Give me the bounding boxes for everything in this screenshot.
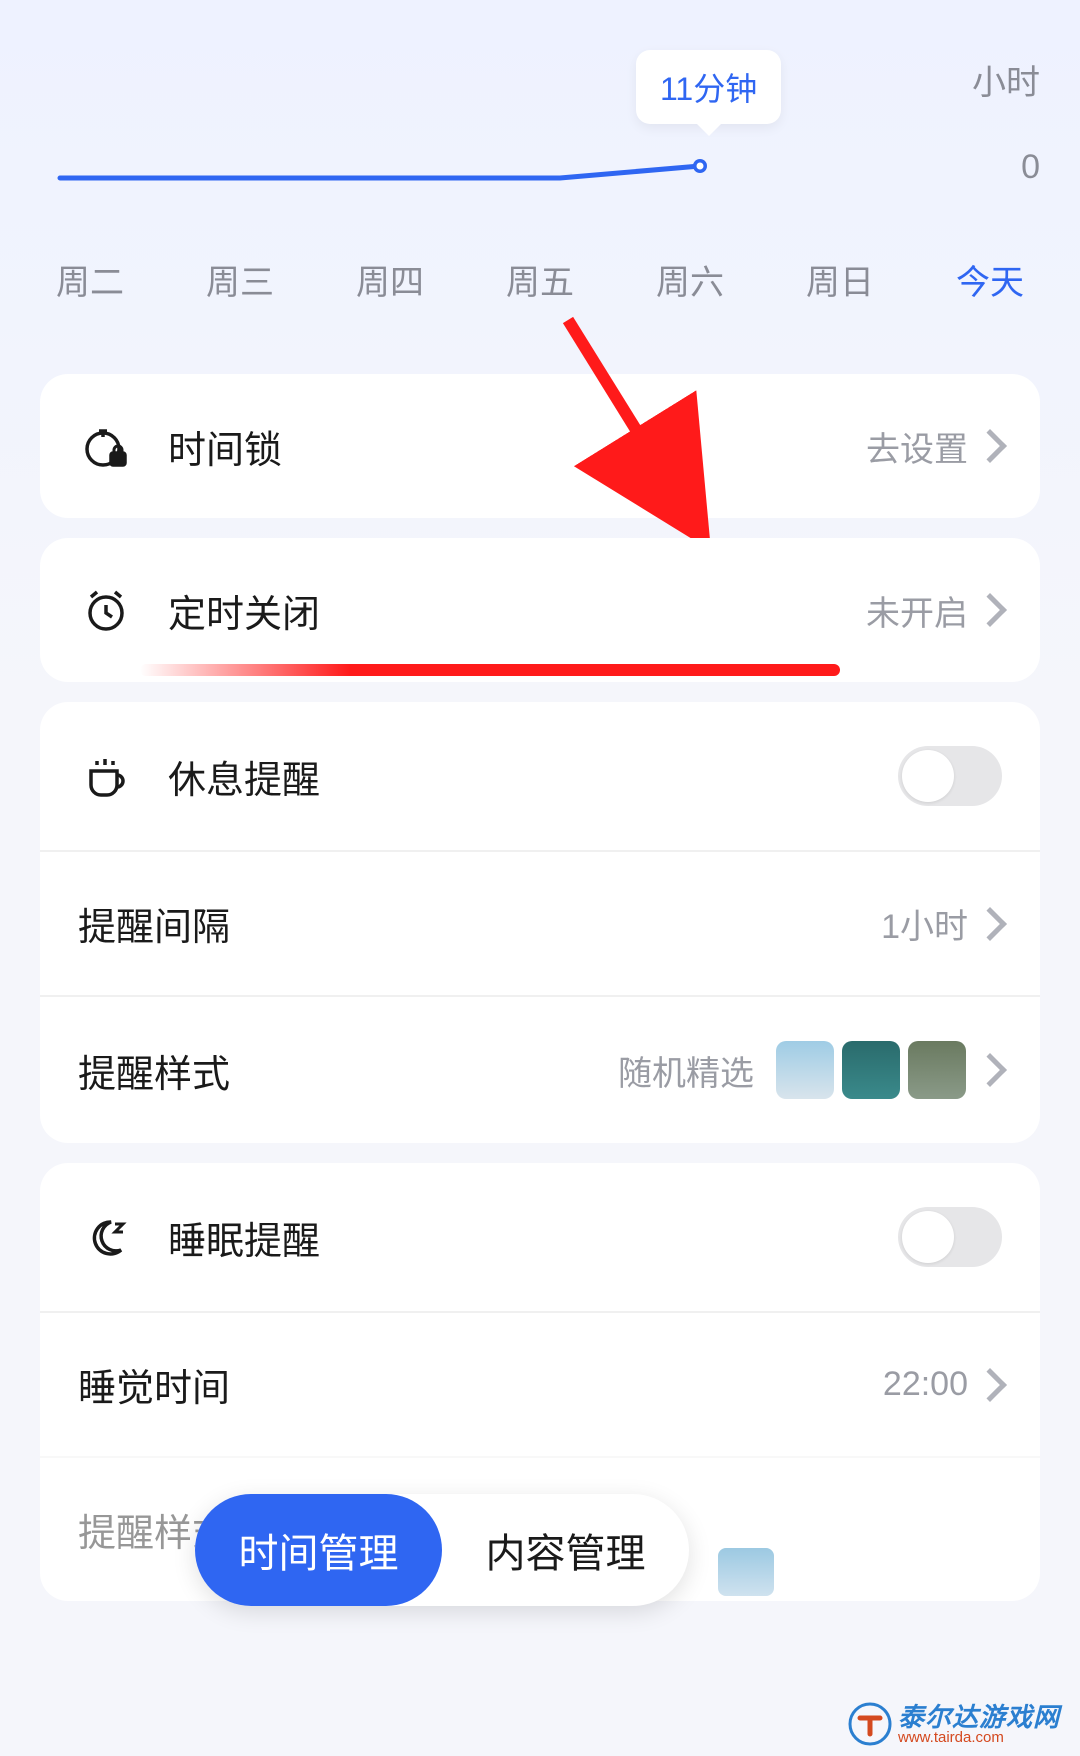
remind-interval-label: 提醒间隔 <box>78 896 881 951</box>
sleep-reminder-label: 睡眠提醒 <box>168 1210 898 1265</box>
style-thumbnails <box>776 1041 966 1099</box>
day-tab-sun[interactable]: 周日 <box>806 255 874 304</box>
remind-interval-value: 1小时 <box>881 899 968 948</box>
day-tab-today[interactable]: 今天 <box>956 255 1024 304</box>
card-rest-reminder: 休息提醒 提醒间隔 1小时 提醒样式 随机精选 <box>40 702 1040 1143</box>
day-tab-wed[interactable]: 周三 <box>206 255 274 304</box>
day-tab-sat[interactable]: 周六 <box>656 255 724 304</box>
style-thumb-3 <box>908 1041 966 1099</box>
chevron-right-icon <box>973 593 1007 627</box>
day-tabs: 周二 周三 周四 周五 周六 周日 今天 <box>0 205 1080 354</box>
stopwatch-lock-icon <box>78 418 134 474</box>
moon-zzz-icon <box>78 1209 134 1265</box>
rest-reminder-label: 休息提醒 <box>168 749 898 804</box>
chevron-right-icon <box>973 1368 1007 1402</box>
remind-style-label: 提醒样式 <box>78 1043 618 1098</box>
sleep-time-label: 睡觉时间 <box>78 1357 883 1412</box>
rest-reminder-toggle[interactable] <box>898 746 1002 806</box>
chart-y-label-hour: 小时 <box>972 55 1040 104</box>
sleep-time-value: 22:00 <box>883 1365 968 1404</box>
chevron-right-icon <box>973 429 1007 463</box>
coffee-cup-icon <box>78 748 134 804</box>
remind-style-value: 随机精选 <box>618 1046 754 1095</box>
tab-content-management[interactable]: 内容管理 <box>442 1494 689 1606</box>
chevron-right-icon <box>973 1053 1007 1087</box>
card-timed-close: 定时关闭 未开启 <box>40 538 1040 682</box>
style-thumb-peek <box>718 1548 774 1596</box>
watermark-url: www.tairda.com <box>898 1730 1060 1745</box>
watermark-title: 泰尔达游戏网 <box>898 1704 1060 1730</box>
day-tab-tue[interactable]: 周二 <box>56 255 124 304</box>
chart-y-zero: 0 <box>1021 148 1040 187</box>
time-lock-value: 去设置 <box>866 422 968 471</box>
timed-close-label: 定时关闭 <box>168 583 866 638</box>
day-tab-fri[interactable]: 周五 <box>506 255 574 304</box>
row-timed-close[interactable]: 定时关闭 未开启 <box>40 538 1040 682</box>
row-rest-reminder: 休息提醒 <box>40 702 1040 850</box>
chevron-right-icon <box>973 907 1007 941</box>
watermark-logo-icon <box>848 1702 892 1746</box>
alarm-clock-icon <box>78 582 134 638</box>
row-remind-style[interactable]: 提醒样式 随机精选 <box>40 995 1040 1143</box>
day-tab-thu[interactable]: 周四 <box>356 255 424 304</box>
time-lock-label: 时间锁 <box>168 419 866 474</box>
style-thumb-2 <box>842 1041 900 1099</box>
bottom-tab-bar: 时间管理 内容管理 <box>195 1494 689 1606</box>
style-thumb-1 <box>776 1041 834 1099</box>
chart-tooltip: 11分钟 <box>636 50 781 124</box>
chart-line <box>0 60 1080 200</box>
row-remind-interval[interactable]: 提醒间隔 1小时 <box>40 850 1040 995</box>
sleep-reminder-toggle[interactable] <box>898 1207 1002 1267</box>
tab-time-management[interactable]: 时间管理 <box>195 1494 442 1606</box>
row-time-lock[interactable]: 时间锁 去设置 <box>40 374 1040 518</box>
usage-chart: 11分钟 小时 0 周二 周三 周四 周五 周六 周日 今天 <box>0 0 1080 354</box>
row-sleep-time[interactable]: 睡觉时间 22:00 <box>40 1311 1040 1456</box>
timed-close-value: 未开启 <box>866 586 968 635</box>
watermark: 泰尔达游戏网 www.tairda.com <box>848 1702 1060 1746</box>
row-sleep-reminder: 睡眠提醒 <box>40 1163 1040 1311</box>
card-time-lock: 时间锁 去设置 <box>40 374 1040 518</box>
